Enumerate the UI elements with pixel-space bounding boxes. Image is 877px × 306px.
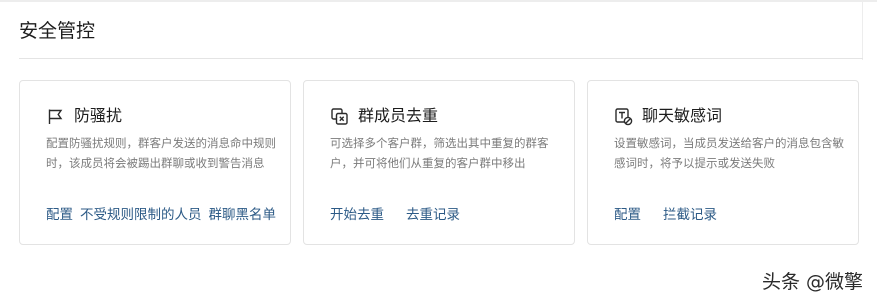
card-title: 群成员去重 [358,106,439,125]
card-title: 聊天敏感词 [642,106,723,125]
group-dedupe-card: 群成员去重 可选择多个客户群，筛选出其中重复的群客户，并可将他们从重复的客户群中… [303,80,575,245]
card-actions: 配置 不受规则限制的人员 群聊黑名单 [46,205,283,225]
card-header: 群成员去重 [330,105,438,127]
card-actions: 开始去重 去重记录 [330,205,467,225]
sensitive-words-card: 聊天敏感词 设置敏感词，当成员发送给客户的消息包含敏感词时，将予以提示或发送失败… [587,80,859,245]
anti-harassment-card: 防骚扰 配置防骚扰规则，群客户发送的消息命中规则时，该成员将会被踢出群聊或收到警… [19,80,291,245]
group-dedupe-icon [330,107,349,126]
configure-link[interactable]: 配置 [46,205,73,225]
top-border [0,0,877,2]
watermark: 头条 @微擎 [761,271,863,293]
configure-link[interactable]: 配置 [614,205,641,225]
flag-icon [46,107,65,126]
title-divider [19,58,863,59]
page-title: 安全管控 [19,20,96,42]
dedupe-records-link[interactable]: 去重记录 [406,205,460,225]
card-description: 配置防骚扰规则，群客户发送的消息命中规则时，该成员将会被踢出群聊或收到警告消息 [46,136,276,170]
card-actions: 配置 拦截记录 [614,205,724,225]
start-dedupe-link[interactable]: 开始去重 [330,205,384,225]
card-title: 防骚扰 [74,106,123,125]
intercept-records-link[interactable]: 拦截记录 [663,205,717,225]
card-header: 聊天敏感词 [614,105,722,127]
card-header: 防骚扰 [46,105,122,127]
card-description: 可选择多个客户群，筛选出其中重复的群客户，并可将他们从重复的客户群中移出 [330,136,549,170]
card-description: 设置敏感词，当成员发送给客户的消息包含敏感词时，将予以提示或发送失败 [614,136,844,170]
group-blacklist-link[interactable]: 群聊黑名单 [209,205,277,225]
sensitive-text-icon [614,107,633,126]
right-border [862,0,863,60]
exempt-members-link[interactable]: 不受规则限制的人员 [80,205,202,225]
